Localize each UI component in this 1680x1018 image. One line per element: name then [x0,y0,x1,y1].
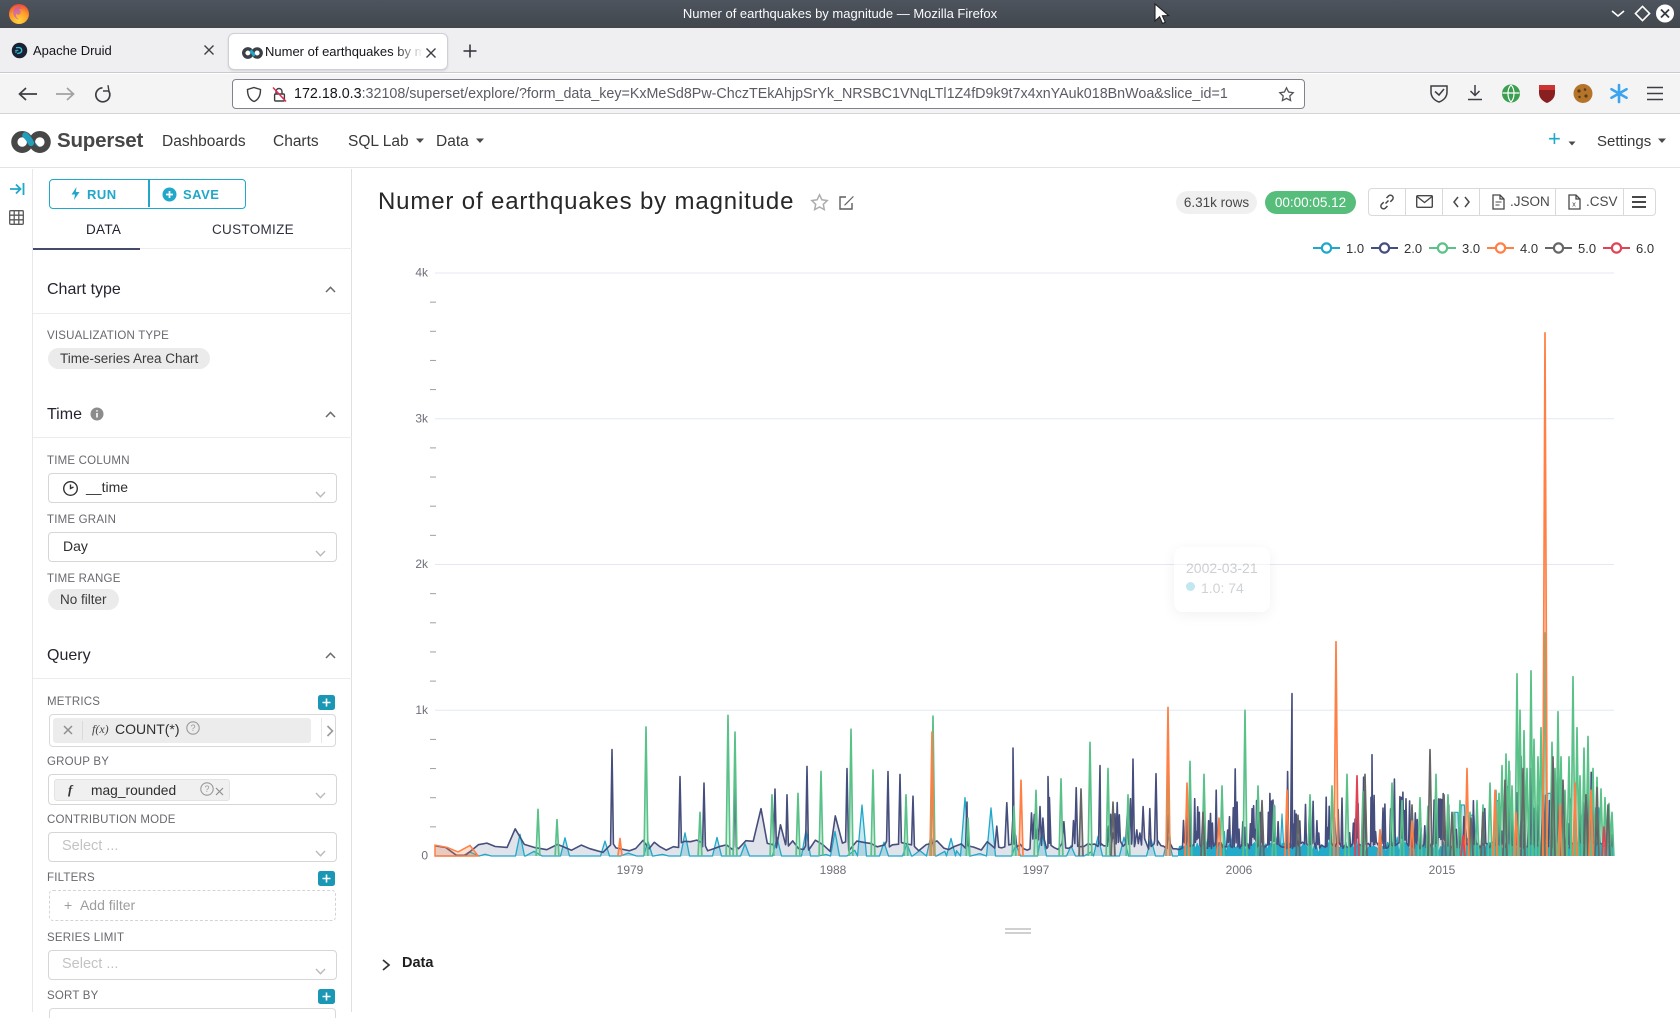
svg-text:4k: 4k [415,266,429,280]
svg-text:2015: 2015 [1429,863,1456,877]
svg-text:0: 0 [421,849,428,863]
svg-text:2006: 2006 [1226,863,1253,877]
svg-text:1979: 1979 [617,863,644,877]
svg-text:1997: 1997 [1023,863,1050,877]
svg-text:?: ? [204,784,209,794]
svg-text:x: x [1572,200,1576,209]
svg-text:2k: 2k [415,557,429,571]
svg-text:1k: 1k [415,703,429,717]
svg-text:3k: 3k [415,411,429,425]
svg-text:1988: 1988 [820,863,847,877]
svg-text:?: ? [190,723,195,733]
